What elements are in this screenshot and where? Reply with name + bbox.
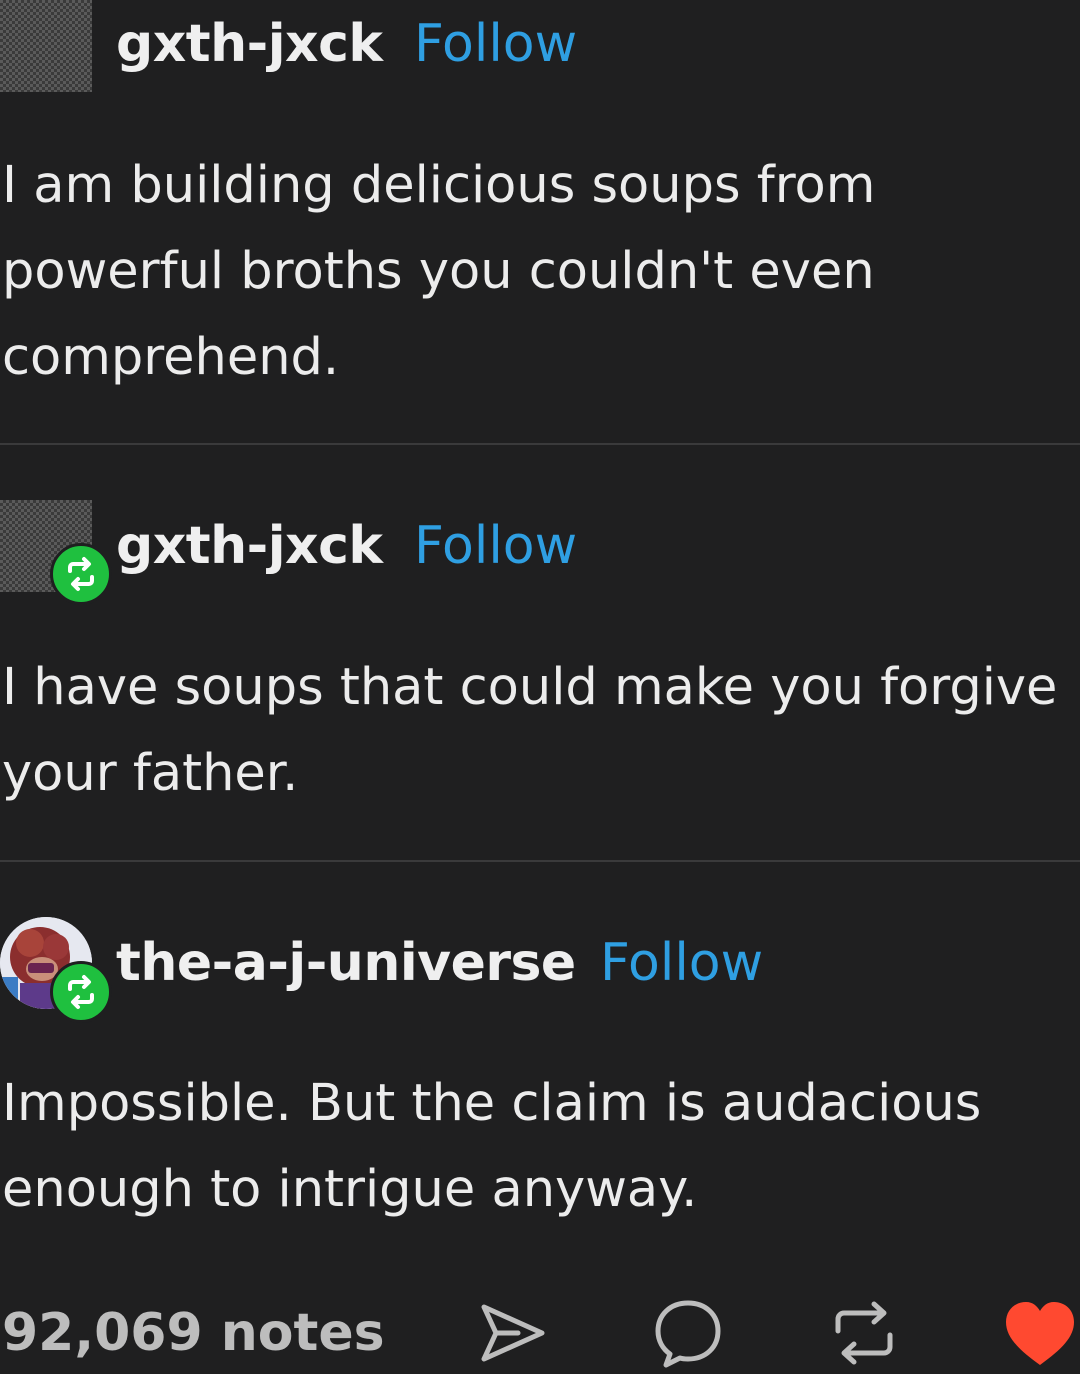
- reblog-icon[interactable]: [824, 1295, 904, 1370]
- username[interactable]: gxth-jxck: [116, 516, 383, 576]
- post-body: I am building delicious soups from power…: [2, 156, 876, 387]
- follow-button[interactable]: Follow: [600, 933, 763, 993]
- follow-button[interactable]: Follow: [414, 14, 577, 74]
- post-body: I have soups that could make you forgive…: [2, 658, 1058, 803]
- reply-icon[interactable]: [648, 1295, 728, 1370]
- post-body: Impossible. But the claim is audacious e…: [2, 1074, 982, 1219]
- notes-count[interactable]: 92,069 notes: [2, 1301, 385, 1365]
- post: gxth-jxck Follow I am building delicious…: [0, 0, 1080, 445]
- post-header: gxth-jxck Follow: [0, 0, 1080, 92]
- divider: [0, 860, 1080, 862]
- follow-button[interactable]: Follow: [414, 516, 577, 576]
- reblog-badge-icon: [50, 961, 112, 1023]
- post-footer: 92,069 notes: [0, 1295, 1080, 1370]
- post-header: the-a-j-universe Follow: [0, 917, 1080, 1023]
- post: gxth-jxck Follow I have soups that could…: [0, 500, 1080, 860]
- avatar[interactable]: [0, 0, 92, 92]
- username[interactable]: the-a-j-universe: [116, 933, 576, 993]
- like-icon[interactable]: [1000, 1295, 1080, 1370]
- post-header: gxth-jxck Follow: [0, 500, 1080, 605]
- reblog-badge-icon: [50, 543, 112, 605]
- post: the-a-j-universe Follow Impossible. But …: [0, 917, 1080, 1257]
- share-icon[interactable]: [474, 1295, 554, 1370]
- username[interactable]: gxth-jxck: [116, 14, 383, 74]
- divider: [0, 443, 1080, 445]
